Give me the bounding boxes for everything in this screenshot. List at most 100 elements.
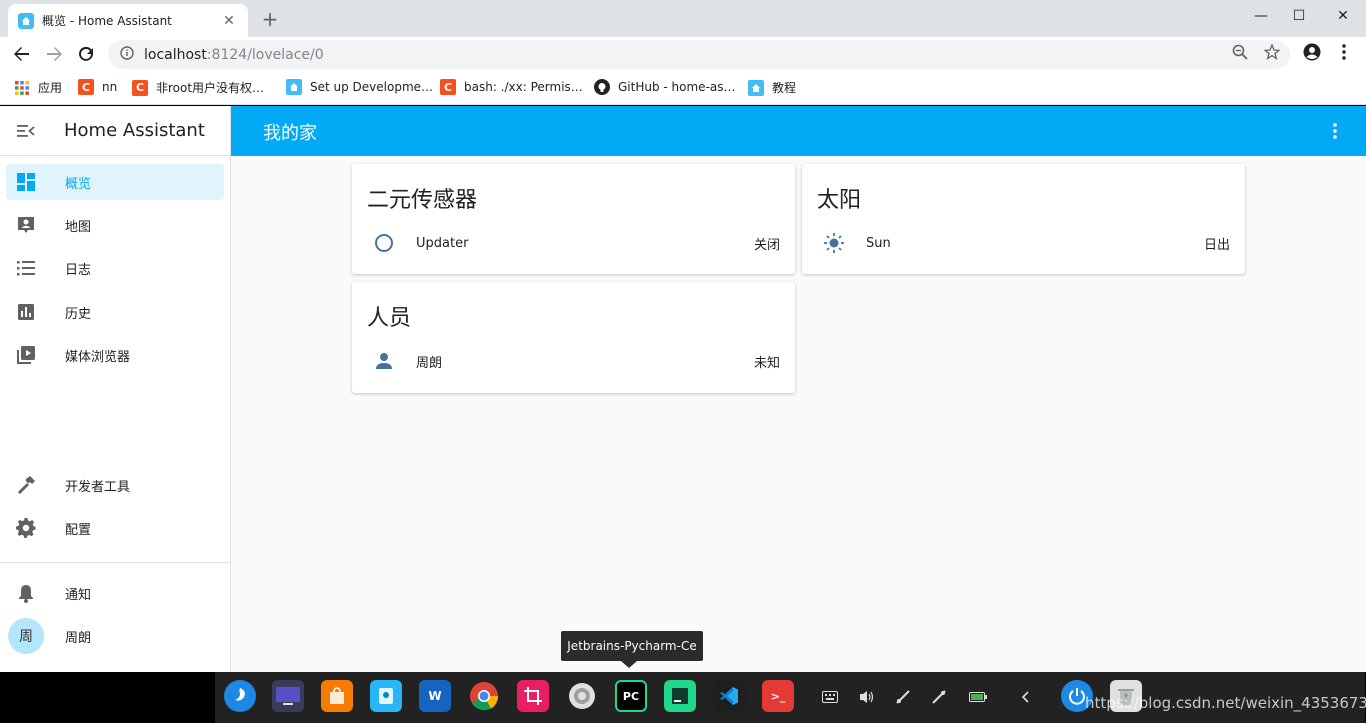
apps-grid-icon — [14, 80, 30, 96]
url-path: :8124/lovelace/0 — [206, 46, 324, 63]
radiobox-blank-icon — [372, 231, 396, 255]
sidebar-item-label: 日志 — [65, 262, 92, 278]
volume-icon[interactable] — [857, 687, 877, 707]
launcher-icon[interactable] — [224, 680, 256, 712]
maximize-icon[interactable]: ☐ — [1276, 8, 1322, 24]
csdn-icon: C — [132, 79, 148, 96]
tab-title: 概览 - Home Assistant — [42, 14, 172, 28]
sidebar-item-media-browser[interactable]: 媒体浏览器 — [6, 337, 224, 373]
close-tab-icon[interactable]: ✕ — [220, 13, 238, 29]
bookmark-star-icon[interactable] — [1263, 43, 1281, 61]
bookmark-label: 教程 — [772, 81, 797, 95]
window-close-icon[interactable]: ✕ — [1320, 8, 1366, 24]
reload-icon[interactable] — [74, 42, 98, 66]
menu-open-icon[interactable] — [16, 121, 36, 145]
sidebar-item-map[interactable]: 地图 — [6, 207, 224, 243]
bookmark-label: GitHub - home-as… — [618, 80, 736, 94]
cog-icon — [16, 517, 36, 538]
entity-name: Sun — [866, 235, 891, 251]
bookmark-label: nn — [102, 80, 118, 94]
bookmark-nonroot[interactable]: C 非root用户没有权… — [132, 79, 264, 96]
card-title: 二元传感器 — [367, 188, 478, 213]
bookmark-tutorial[interactable]: 教程 — [748, 79, 796, 96]
sidebar-item-label: 配置 — [65, 522, 92, 538]
card-title: 太阳 — [817, 188, 862, 213]
entity-name: Updater — [416, 235, 469, 251]
sidebar-item-label: 地图 — [65, 219, 92, 235]
entity-row[interactable]: Sun 日出 — [822, 232, 1230, 254]
settings-icon[interactable] — [566, 680, 598, 712]
new-tab-button[interactable]: + — [258, 7, 282, 31]
home-assistant-icon — [286, 79, 302, 95]
url-host: localhost — [144, 46, 207, 63]
entity-row[interactable]: 周朗 未知 — [372, 350, 780, 372]
bookmark-nn[interactable]: C nn — [78, 79, 117, 95]
bookmark-setup-dev[interactable]: Set up Developme… — [286, 79, 433, 95]
entities-card-sun: 太阳 Sun 日出 — [802, 164, 1245, 274]
wps-office-icon[interactable]: W — [419, 680, 451, 712]
sidebar-item-overview[interactable]: 概览 — [6, 164, 224, 200]
profile-icon[interactable] — [1303, 43, 1321, 61]
sidebar-item-logbook[interactable]: 日志 — [6, 250, 224, 286]
play-box-multiple-icon — [16, 345, 36, 365]
back-icon[interactable] — [10, 42, 34, 66]
entity-name: 周朗 — [416, 355, 443, 371]
vscode-icon[interactable] — [713, 680, 745, 712]
entities-card-person: 人员 周朗 未知 — [352, 282, 795, 393]
watermark-text: https://blog.csdn.net/weixin_43536737 — [1085, 694, 1366, 712]
chrome-icon[interactable] — [468, 680, 500, 712]
chevron-left-icon[interactable] — [1016, 687, 1036, 707]
sidebar-item-notifications[interactable]: 通知 — [6, 575, 224, 611]
pycharm-icon[interactable]: PC — [615, 680, 647, 712]
entity-state: 关闭 — [753, 237, 780, 253]
home-assistant-icon — [18, 12, 34, 29]
keyboard-icon[interactable] — [820, 687, 840, 707]
app-header: 我的家 — [231, 106, 1366, 156]
address-bar[interactable]: localhost:8124/lovelace/0 — [108, 40, 1290, 69]
url-text: localhost:8124/lovelace/0 — [144, 47, 324, 63]
bookmark-apps[interactable]: 应用 — [14, 79, 62, 96]
network-icon[interactable] — [893, 687, 913, 707]
screenshot-icon[interactable] — [517, 680, 549, 712]
browser-menu-icon[interactable] — [1336, 43, 1352, 60]
sun-icon — [822, 231, 846, 255]
bookmark-label: bash: ./xx: Permis… — [464, 80, 583, 94]
zoom-icon[interactable] — [1232, 44, 1248, 60]
dashboard-content: 二元传感器 Updater 关闭 太阳 Sun 日出 人员 周朗 未知 — [231, 156, 1366, 672]
sidebar-item-history[interactable]: 历史 — [6, 294, 224, 330]
sidebar-item-profile[interactable]: 周 周朗 — [6, 618, 224, 654]
sidebar-item-configuration[interactable]: 配置 — [6, 510, 224, 546]
sidebar-item-label: 历史 — [65, 306, 92, 322]
file-manager-icon[interactable] — [370, 680, 402, 712]
bell-icon — [16, 583, 36, 603]
sidebar-item-label: 通知 — [65, 587, 92, 603]
hammer-icon — [16, 475, 36, 495]
sidebar-item-label: 媒体浏览器 — [65, 349, 131, 365]
sidebar-divider — [0, 562, 230, 563]
sidebar-item-developer-tools[interactable]: 开发者工具 — [6, 467, 224, 503]
browser-toolbar: localhost:8124/lovelace/0 — [0, 37, 1366, 71]
chart-box-icon — [16, 302, 36, 322]
sidebar-header: Home Assistant — [0, 106, 230, 156]
browser-tabstrip: 概览 - Home Assistant ✕ + — ☐ ✕ — [0, 0, 1366, 37]
terminal-icon[interactable]: >_ — [762, 680, 794, 712]
app-store-icon[interactable] — [321, 680, 353, 712]
more-vert-icon[interactable] — [1332, 123, 1338, 143]
sidebar-item-label: 概览 — [65, 176, 92, 192]
site-info-icon[interactable] — [120, 45, 134, 64]
bookmark-label: Set up Developme… — [310, 80, 434, 94]
map-account-icon — [16, 215, 36, 235]
multitask-view-icon[interactable] — [272, 680, 304, 712]
forward-icon[interactable] — [42, 42, 66, 66]
github-icon — [594, 79, 610, 95]
battery-icon[interactable] — [968, 687, 988, 707]
sidebar-item-label: 开发者工具 — [65, 479, 131, 495]
pycharm-window-icon[interactable] — [664, 680, 696, 712]
sidebar-item-label: 周朗 — [65, 630, 92, 646]
browser-tab[interactable]: 概览 - Home Assistant ✕ — [8, 4, 248, 37]
entity-row[interactable]: Updater 关闭 — [372, 232, 780, 254]
entity-state: 日出 — [1203, 237, 1230, 253]
wired-network-icon[interactable] — [929, 687, 949, 707]
bookmark-bash[interactable]: C bash: ./xx: Permis… — [440, 79, 583, 95]
bookmark-github[interactable]: GitHub - home-as… — [594, 79, 736, 95]
